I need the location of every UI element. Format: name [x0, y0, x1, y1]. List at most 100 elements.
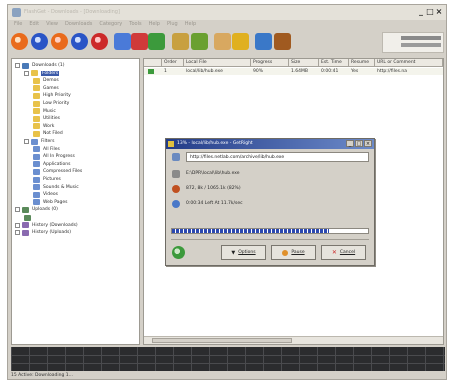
- expand-toggle-icon[interactable]: [15, 63, 20, 68]
- col-url[interactable]: URL or Comment: [375, 59, 443, 67]
- pause-button[interactable]: Pause: [271, 245, 316, 260]
- graph-gridline: [11, 355, 445, 356]
- options-button[interactable]: ▼ Options: [221, 245, 266, 260]
- toolbar: [8, 30, 446, 56]
- options-icon[interactable]: [191, 33, 208, 50]
- menu-help[interactable]: Help: [149, 20, 160, 29]
- url-field[interactable]: http://files.netlab.com/archive/lib/hub.…: [186, 152, 369, 162]
- find-icon[interactable]: [148, 33, 165, 50]
- menu-file[interactable]: File: [14, 20, 22, 29]
- start-icon[interactable]: [31, 33, 48, 50]
- menu-edit[interactable]: Edit: [29, 20, 39, 29]
- filter-icon: [33, 153, 40, 160]
- dialog-minimize-button[interactable]: _: [346, 140, 354, 147]
- table-row[interactable]: 1 local/lib/hub.exe 90% 1.64MB 0:00:41 Y…: [144, 68, 443, 75]
- expand-toggle-icon[interactable]: [15, 207, 20, 213]
- default-icon[interactable]: [232, 33, 249, 50]
- tree-item[interactable]: Videos: [33, 191, 58, 198]
- minimize-button[interactable]: _: [417, 7, 425, 16]
- menu-view[interactable]: View: [46, 20, 58, 29]
- add-server-icon[interactable]: [255, 33, 272, 50]
- tree-item[interactable]: Low Priority: [33, 100, 69, 107]
- download-progress-dialog: 13% - local/lib/hub.exe - GetRight _ □ ×…: [165, 138, 375, 266]
- row-url: http://files.na: [377, 69, 408, 74]
- horizontal-scrollbar[interactable]: [144, 336, 443, 344]
- filter-icon: [33, 176, 40, 183]
- tree-item[interactable]: History (Uploads): [15, 229, 71, 236]
- stop-icon[interactable]: [71, 33, 88, 50]
- dialog-maximize-button[interactable]: □: [355, 140, 363, 147]
- graph-gridline: [119, 347, 120, 371]
- tree-item[interactable]: All In Progress: [33, 153, 75, 160]
- menu-downloads[interactable]: Downloads: [65, 20, 92, 29]
- graph-gridline: [83, 347, 84, 371]
- tree-item[interactable]: Web Pages: [33, 199, 67, 206]
- menu-bar: File Edit View Downloads Category Tools …: [8, 20, 446, 29]
- tree-item[interactable]: Compressed Files: [33, 168, 82, 175]
- tree-item[interactable]: Uploads (0): [15, 206, 58, 213]
- tree-item-label: Demos: [43, 78, 59, 84]
- expand-toggle-icon[interactable]: [24, 70, 29, 76]
- col-order[interactable]: Order: [162, 59, 184, 67]
- tree-item[interactable]: Pictures: [33, 176, 61, 183]
- graph-gridline: [353, 347, 354, 371]
- tree-item[interactable]: Not Filed: [33, 130, 63, 137]
- graph-gridline: [407, 347, 408, 371]
- options-button-label: Options: [238, 250, 256, 255]
- menu-plug[interactable]: Plug: [167, 20, 178, 29]
- graph-gridline: [317, 347, 318, 371]
- dialog-close-button[interactable]: ×: [364, 140, 372, 147]
- menu-category[interactable]: Category: [99, 20, 122, 29]
- graph-gridline: [281, 347, 282, 371]
- tree-item-label: History (Downloads): [32, 222, 78, 228]
- tree-item[interactable]: High Priority: [33, 92, 71, 99]
- expand-toggle-icon[interactable]: [15, 222, 20, 228]
- tree-item[interactable]: Sounds & Music: [33, 184, 79, 191]
- sort-icon[interactable]: [172, 33, 189, 50]
- tree-item[interactable]: Music: [33, 108, 56, 115]
- folder-icon: [33, 115, 40, 122]
- site-explorer-icon[interactable]: [214, 33, 231, 50]
- menu-help-2[interactable]: Help: [185, 20, 196, 29]
- col-resume[interactable]: Resume: [349, 59, 375, 67]
- tree-item[interactable]: Work: [33, 123, 54, 130]
- close-button[interactable]: ×: [435, 7, 443, 16]
- graph-gridline: [65, 347, 66, 371]
- tree-item-label: Sounds & Music: [43, 184, 79, 190]
- tree-item-label: Uploads (0): [32, 207, 58, 213]
- tree-item[interactable]: All Files: [33, 146, 60, 153]
- graph-gridline: [299, 347, 300, 371]
- expand-toggle-icon[interactable]: [15, 230, 20, 236]
- move-down-icon[interactable]: [131, 33, 148, 50]
- graph-gridline: [335, 347, 336, 371]
- graph-gridline: [443, 347, 444, 371]
- cancel-button[interactable]: ✕ Cancel: [321, 245, 366, 260]
- tool-extra-icon[interactable]: [274, 33, 291, 50]
- col-status[interactable]: [144, 59, 162, 67]
- scrollbar-thumb[interactable]: [152, 338, 292, 343]
- tree-item[interactable]: History (Downloads): [15, 222, 78, 229]
- tree-item[interactable]: Applications: [33, 161, 71, 168]
- tree-item[interactable]: Folders: [24, 70, 60, 77]
- tree-item-label: Folders: [41, 70, 60, 76]
- tree-item[interactable]: Utilities: [33, 115, 60, 122]
- tree-item[interactable]: [24, 214, 34, 221]
- graph-gridline: [389, 347, 390, 371]
- delete-icon[interactable]: [91, 33, 108, 50]
- move-up-icon[interactable]: [114, 33, 131, 50]
- tree-item[interactable]: Games: [33, 85, 59, 92]
- tree-item-label: Games: [43, 85, 59, 91]
- tree-item[interactable]: Filters: [24, 138, 55, 145]
- tree-item[interactable]: Demos: [33, 77, 59, 84]
- new-download-icon[interactable]: [11, 33, 28, 50]
- col-est-time[interactable]: Est. Time: [319, 59, 349, 67]
- pause-icon[interactable]: [51, 33, 68, 50]
- upload-icon: [22, 206, 29, 213]
- tree-item[interactable]: Downloads (1): [15, 62, 65, 69]
- col-local-file[interactable]: Local File: [184, 59, 251, 67]
- col-size[interactable]: Size: [289, 59, 319, 67]
- menu-tools[interactable]: Tools: [129, 20, 141, 29]
- maximize-button[interactable]: □: [426, 7, 434, 16]
- col-progress[interactable]: Progress: [251, 59, 289, 67]
- expand-toggle-icon[interactable]: [24, 139, 29, 144]
